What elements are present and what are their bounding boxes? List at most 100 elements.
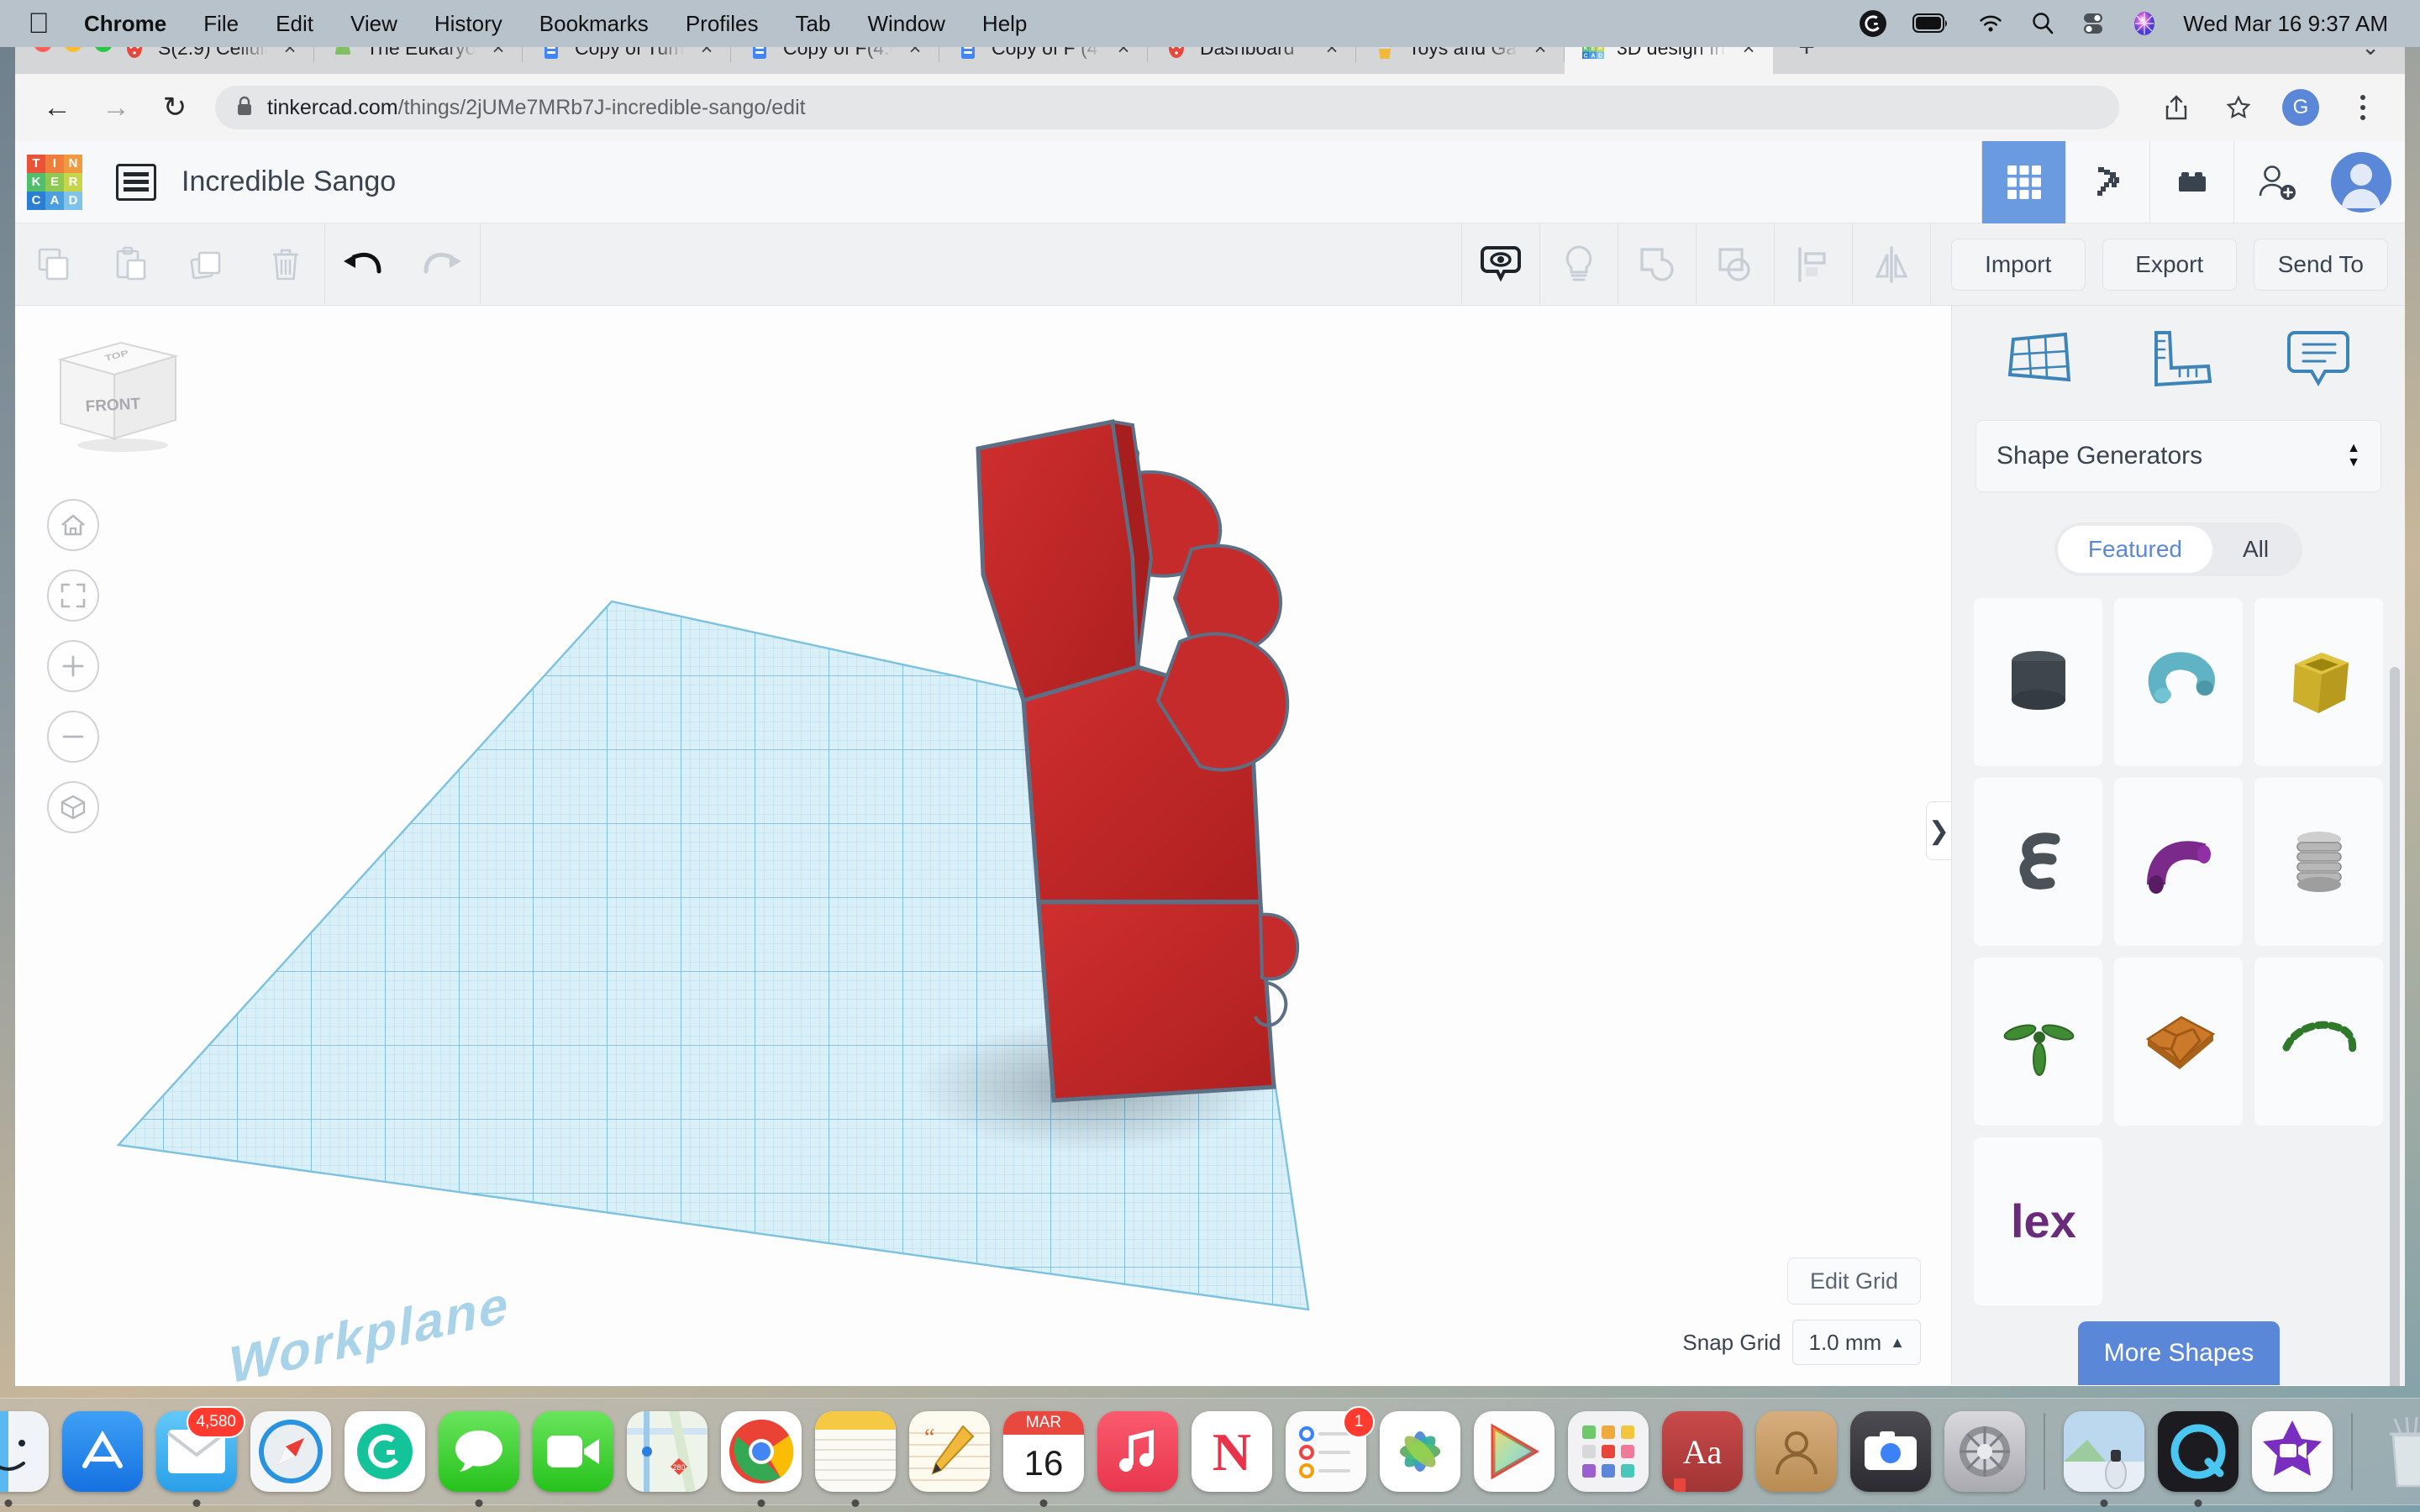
dock-item-quicktime[interactable] bbox=[2154, 1408, 2242, 1507]
spiral-coil-shape[interactable] bbox=[1974, 778, 2102, 946]
dock-item-facetime[interactable] bbox=[529, 1408, 617, 1495]
zoom-in-icon[interactable] bbox=[47, 640, 99, 692]
menu-item-bookmarks[interactable]: Bookmarks bbox=[521, 11, 667, 37]
export-button[interactable]: Export bbox=[2102, 238, 2237, 291]
reload-button[interactable]: ↻ bbox=[156, 89, 193, 126]
dock-item-grammarly[interactable] bbox=[341, 1408, 429, 1495]
kebab-menu-icon[interactable] bbox=[2344, 89, 2381, 126]
menu-item-tab[interactable]: Tab bbox=[777, 11, 850, 37]
dock-item-music[interactable] bbox=[1094, 1408, 1181, 1495]
dock-item-news[interactable]: N bbox=[1188, 1408, 1276, 1495]
dock-item-contacts[interactable] bbox=[1753, 1408, 1840, 1495]
paste-icon[interactable] bbox=[92, 223, 170, 306]
minecraft-pickaxe-icon[interactable] bbox=[2065, 140, 2149, 223]
star-icon[interactable] bbox=[2220, 89, 2257, 126]
dock-item-safari[interactable] bbox=[247, 1408, 334, 1495]
menu-item-profiles[interactable]: Profiles bbox=[667, 11, 777, 37]
dock-item-photo-booth[interactable] bbox=[1847, 1408, 1934, 1495]
category-dropdown[interactable]: Shape Generators ▲ ▼ bbox=[1975, 420, 2381, 492]
send-to-button[interactable]: Send To bbox=[2253, 238, 2388, 291]
duplicate-icon[interactable] bbox=[170, 223, 247, 306]
orthographic-toggle-icon[interactable] bbox=[47, 781, 99, 833]
menu-item-file[interactable]: File bbox=[185, 11, 257, 37]
copy-icon[interactable] bbox=[15, 223, 92, 306]
note-icon[interactable] bbox=[2285, 328, 2352, 394]
voronoi-tile-shape[interactable] bbox=[2114, 958, 2243, 1126]
grammarly-icon[interactable] bbox=[1859, 9, 1887, 38]
address-bar[interactable]: tinkercad.com/things/2jUMe7MRb7J-incredi… bbox=[215, 86, 2119, 129]
menu-item-edit[interactable]: Edit bbox=[257, 11, 332, 37]
curved-tube-shape[interactable] bbox=[2114, 598, 2243, 766]
menu-item-history[interactable]: History bbox=[416, 11, 521, 37]
control-center-icon[interactable] bbox=[2081, 11, 2106, 36]
panel-scrollbar[interactable] bbox=[2390, 667, 2400, 1386]
dock-item-photos[interactable] bbox=[1376, 1408, 1464, 1495]
open-box-shape[interactable] bbox=[2254, 598, 2383, 766]
dock-item-mail[interactable]: 4,580 bbox=[153, 1406, 245, 1507]
wifi-icon[interactable] bbox=[1976, 13, 2005, 34]
delete-icon[interactable] bbox=[247, 223, 324, 306]
search-icon[interactable] bbox=[2030, 11, 2055, 36]
mirror-icon[interactable] bbox=[1853, 223, 1930, 306]
cylinder-shape[interactable] bbox=[1974, 598, 2102, 766]
workplane-icon[interactable] bbox=[2005, 328, 2075, 394]
profile-avatar[interactable]: G bbox=[2282, 89, 2319, 126]
tab-all[interactable]: All bbox=[2212, 526, 2299, 573]
menu-item-chrome[interactable]: Chrome bbox=[66, 11, 185, 37]
dock-item-app-store[interactable] bbox=[59, 1408, 146, 1495]
dock-item-imovie[interactable] bbox=[2249, 1408, 2336, 1495]
page-title[interactable]: Incredible Sango bbox=[182, 165, 396, 198]
share-icon[interactable] bbox=[2158, 89, 2195, 126]
blocks-grid-icon[interactable] bbox=[1981, 140, 2065, 223]
dock-item-chrome[interactable] bbox=[718, 1408, 805, 1507]
panel-collapse-handle[interactable]: ❯ bbox=[1926, 801, 1951, 860]
apple-logo-icon[interactable]:  bbox=[20, 9, 57, 38]
dock-item-launchpad[interactable] bbox=[1565, 1408, 1652, 1495]
dock-item-text-editor[interactable]: “ bbox=[906, 1408, 993, 1495]
menu-item-help[interactable]: Help bbox=[964, 11, 1045, 37]
home-view-icon[interactable] bbox=[47, 499, 99, 551]
dock-item-reminders[interactable]: 1 bbox=[1282, 1406, 1375, 1495]
dock-item-system-preferences[interactable] bbox=[1941, 1408, 2028, 1495]
dock-item-maps[interactable]: 280 bbox=[623, 1408, 711, 1495]
snap-grid-dropdown[interactable]: 1.0 mm ▲ bbox=[1792, 1320, 1921, 1365]
tab-featured[interactable]: Featured bbox=[2057, 526, 2212, 573]
back-button[interactable]: ← bbox=[39, 89, 76, 126]
zoom-out-icon[interactable] bbox=[47, 711, 99, 763]
dock-item-finder[interactable] bbox=[0, 1408, 52, 1507]
tinkercad-logo[interactable]: T I N K E R C A D bbox=[27, 154, 82, 210]
siri-icon[interactable] bbox=[2131, 10, 2158, 37]
threaded-stack-shape[interactable] bbox=[2254, 778, 2383, 946]
forward-button[interactable]: → bbox=[97, 89, 134, 126]
undo-icon[interactable] bbox=[325, 223, 402, 306]
dock-item-notes[interactable] bbox=[812, 1408, 899, 1507]
elbow-pipe-shape[interactable] bbox=[2114, 778, 2243, 946]
text-shape[interactable]: lex bbox=[1974, 1137, 2102, 1305]
group-icon[interactable] bbox=[1618, 223, 1696, 306]
user-avatar[interactable] bbox=[2317, 141, 2405, 223]
ruler-icon[interactable] bbox=[2144, 328, 2215, 394]
dock-item-trash[interactable] bbox=[2368, 1408, 2420, 1495]
invite-person-icon[interactable] bbox=[2233, 140, 2317, 223]
dock-item-messages[interactable] bbox=[435, 1408, 523, 1507]
show-hide-icon[interactable] bbox=[1462, 223, 1539, 306]
import-button[interactable]: Import bbox=[1950, 238, 2086, 291]
project-list-icon[interactable] bbox=[116, 163, 156, 201]
edit-grid-button[interactable]: Edit Grid bbox=[1786, 1257, 1921, 1305]
dock-item-calendar[interactable]: MAR 16 bbox=[1000, 1408, 1087, 1507]
lego-brick-icon[interactable] bbox=[2149, 140, 2233, 223]
more-shapes-button[interactable]: More Shapes bbox=[2078, 1321, 2280, 1385]
3d-viewport[interactable]: Workplane FRONT TOP Edit Grid Snap Grid … bbox=[15, 306, 1951, 1385]
fit-to-view-icon[interactable] bbox=[47, 570, 99, 622]
dock-item-preview[interactable] bbox=[2060, 1408, 2148, 1507]
menu-item-view[interactable]: View bbox=[332, 11, 416, 37]
ungroup-icon[interactable] bbox=[1697, 223, 1774, 306]
menu-item-window[interactable]: Window bbox=[849, 11, 963, 37]
dock-item-keynote[interactable] bbox=[1470, 1408, 1558, 1495]
dashed-arc-shape[interactable] bbox=[2254, 958, 2383, 1126]
lightbulb-note-icon[interactable] bbox=[1540, 223, 1618, 306]
dock-item-dictionary[interactable]: Aa bbox=[1659, 1408, 1746, 1495]
battery-icon[interactable] bbox=[1912, 13, 1951, 34]
view-cube[interactable]: FRONT TOP bbox=[45, 328, 188, 454]
redo-icon[interactable] bbox=[402, 223, 480, 306]
